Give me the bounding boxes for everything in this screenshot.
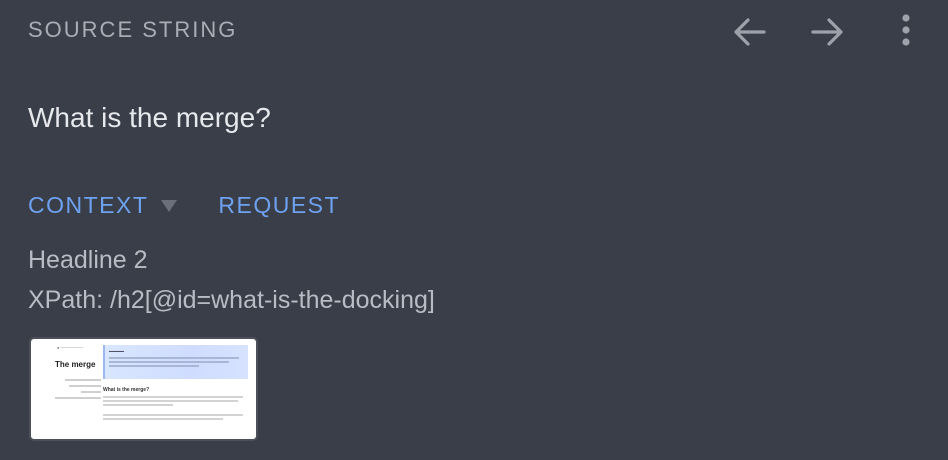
thumbnail-page-title: The merge bbox=[55, 360, 96, 369]
caret-down-icon bbox=[161, 199, 178, 212]
source-string-label: SOURCE STRING bbox=[28, 17, 238, 42]
thumbnail-text-line bbox=[103, 418, 223, 420]
forward-button[interactable] bbox=[805, 10, 849, 54]
arrow-right-icon bbox=[811, 18, 843, 46]
detail-tabs: CONTEXT REQUEST bbox=[28, 192, 340, 219]
thumbnail-text-line bbox=[103, 396, 243, 398]
thumbnail-text-line bbox=[109, 357, 239, 359]
back-button[interactable] bbox=[728, 10, 772, 54]
thumbnail-content: ━━━━━ What is the merge? bbox=[103, 345, 248, 420]
thumbnail-text-line bbox=[103, 404, 173, 406]
tab-request[interactable]: REQUEST bbox=[218, 192, 340, 219]
tab-request-label: REQUEST bbox=[218, 192, 341, 218]
thumbnail-nav-line bbox=[81, 391, 101, 393]
arrow-left-icon bbox=[734, 18, 766, 46]
thumbnail-hero-heading: ━━━━━ bbox=[109, 349, 125, 355]
thumbnail-highlight: ━━━━━ bbox=[103, 345, 248, 379]
more-options-button[interactable] bbox=[884, 10, 928, 54]
thumbnail-sidebar: ● ──────── The merge bbox=[37, 345, 101, 399]
thumbnail-logo: ● ──────── bbox=[57, 345, 84, 350]
more-vertical-icon bbox=[902, 14, 910, 46]
context-xpath: XPath: /h2[@id=what-is-the-docking] bbox=[28, 286, 435, 314]
thumbnail-text-line bbox=[103, 400, 238, 402]
context-screenshot-thumbnail[interactable]: ● ──────── The merge ━━━━━ What is the m… bbox=[29, 337, 258, 441]
thumbnail-text-line bbox=[109, 365, 199, 367]
thumbnail-page-preview: ● ──────── The merge ━━━━━ What is the m… bbox=[35, 343, 252, 435]
thumbnail-text-line bbox=[109, 361, 229, 363]
thumbnail-nav-line bbox=[65, 379, 101, 381]
thumbnail-nav-line bbox=[55, 397, 101, 399]
tab-context[interactable]: CONTEXT bbox=[28, 192, 178, 219]
tab-context-label: CONTEXT bbox=[28, 192, 149, 218]
thumbnail-section-heading: What is the merge? bbox=[103, 387, 150, 393]
thumbnail-text-line bbox=[103, 414, 243, 416]
source-string-text: What is the merge? bbox=[28, 102, 271, 133]
thumbnail-nav-line bbox=[69, 385, 101, 387]
context-element-type: Headline 2 bbox=[28, 246, 148, 274]
